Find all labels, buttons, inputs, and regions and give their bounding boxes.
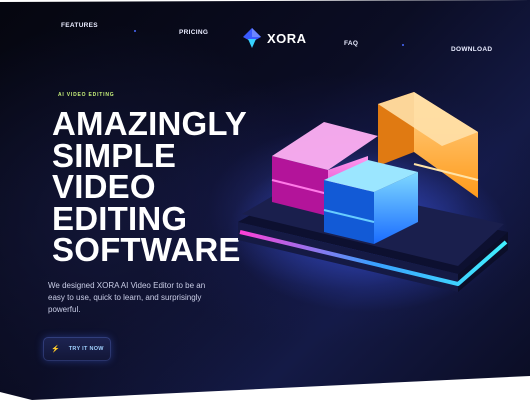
nav-pricing-link[interactable]: PRICING xyxy=(179,29,208,36)
nav-separator-dot xyxy=(134,30,136,32)
try-it-now-button[interactable]: ⚡ TRY IT NOW xyxy=(43,337,111,361)
nav-faq-link[interactable]: FAQ xyxy=(344,40,358,47)
cta-label: TRY IT NOW xyxy=(68,346,104,352)
nav-features-link[interactable]: FEATURES xyxy=(61,22,98,29)
xora-logo-icon xyxy=(243,28,261,48)
hero-tagline: AI VIDEO EDITING xyxy=(58,92,115,98)
editor-blocks-illustration xyxy=(228,92,508,312)
brand-logo[interactable]: XORA xyxy=(243,28,307,48)
nav-separator-dot xyxy=(402,44,404,46)
nav-download-link[interactable]: DOWNLOAD xyxy=(451,46,492,53)
hero-description: We designed XORA AI Video Editor to be a… xyxy=(48,281,206,314)
brand-name: XORA xyxy=(267,30,307,46)
landing-page: FEATURES PRICING XORA FAQ DOWNLOAD AI VI… xyxy=(0,0,530,400)
zap-icon: ⚡ xyxy=(51,345,60,353)
